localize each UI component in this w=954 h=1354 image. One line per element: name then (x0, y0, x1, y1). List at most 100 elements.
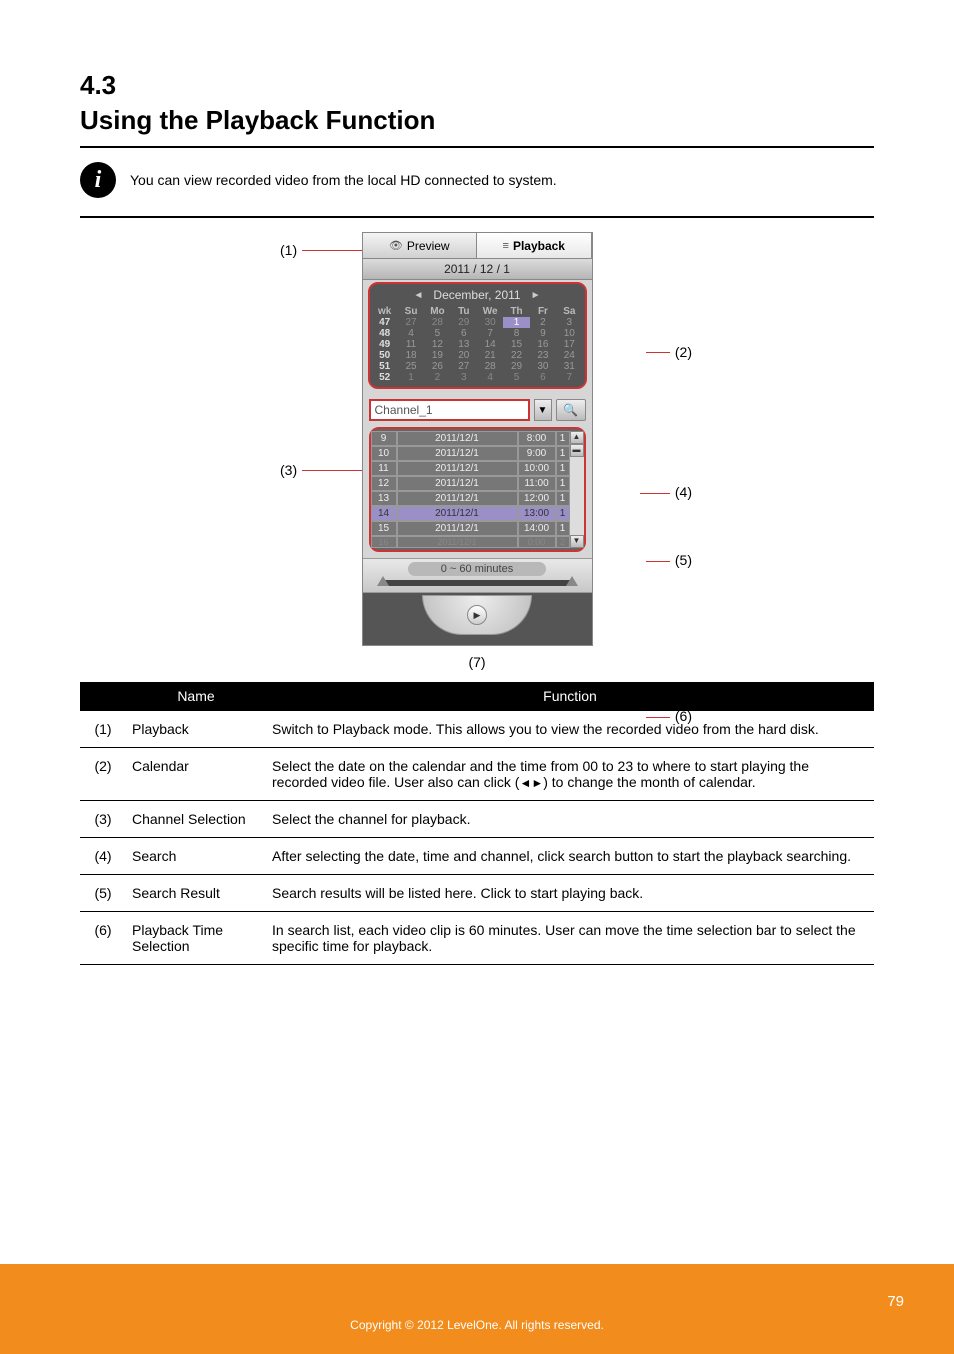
result-row[interactable]: 92011/12/18:001 (371, 431, 570, 446)
callout-7: (7) (80, 654, 874, 670)
scroll-thumb[interactable]: ▬ (570, 444, 584, 457)
calendar-day[interactable]: 7 (477, 328, 503, 339)
calendar-day[interactable]: 6 (451, 328, 477, 339)
calendar-day[interactable]: 1 (503, 317, 529, 328)
date-header: 2011 / 12 / 1 (363, 259, 592, 280)
calendar-day[interactable]: 8 (503, 328, 529, 339)
th-name: Name (126, 682, 266, 711)
calendar-day[interactable]: 2 (424, 372, 450, 383)
calendar-day[interactable]: 3 (451, 372, 477, 383)
calendar-day[interactable]: 14 (477, 339, 503, 350)
next-month-icon[interactable]: ► (531, 290, 541, 301)
calendar-day[interactable]: 30 (530, 361, 556, 372)
tab-preview[interactable]: 👁Preview (363, 233, 478, 258)
table-row: (5)Search ResultSearch results will be l… (80, 875, 874, 912)
search-button[interactable]: 🔍 (556, 399, 586, 421)
magnifier-icon: 🔍 (563, 403, 578, 417)
copyright: Copyright © 2012 LevelOne. All rights re… (350, 1318, 604, 1332)
time-slider-area: 0 ~ 60 minutes (363, 558, 592, 593)
result-row[interactable]: 142011/12/113:001 (371, 506, 570, 521)
calendar-day[interactable]: 27 (451, 361, 477, 372)
callout-2: (2) (675, 344, 692, 360)
calendar-day[interactable]: 31 (556, 361, 582, 372)
calendar-day[interactable]: 22 (503, 350, 529, 361)
calendar-day[interactable]: 1 (398, 372, 424, 383)
scroll-down-icon[interactable]: ▼ (570, 535, 584, 548)
nav-arrows-icon: ◄► (519, 776, 543, 790)
calendar-day[interactable]: 23 (530, 350, 556, 361)
calendar-day[interactable]: 12 (424, 339, 450, 350)
calendar-day[interactable]: 4 (477, 372, 503, 383)
calendar-day[interactable]: 11 (398, 339, 424, 350)
calendar-day[interactable]: 9 (530, 328, 556, 339)
calendar-day[interactable]: 27 (398, 317, 424, 328)
section-title: Using the Playback Function (80, 105, 874, 136)
calendar-grid[interactable]: wkSuMoTuWeThFrSa472728293012348456789104… (372, 306, 583, 383)
scroll-up-icon[interactable]: ▲ (570, 431, 584, 444)
play-button[interactable]: ▶ (467, 605, 487, 625)
calendar-day[interactable]: 21 (477, 350, 503, 361)
calendar-day[interactable]: 16 (530, 339, 556, 350)
calendar-day[interactable]: 24 (556, 350, 582, 361)
calendar-day[interactable]: 6 (530, 372, 556, 383)
scrollbar[interactable]: ▲ ▬ ▼ (570, 431, 584, 548)
calendar-day[interactable]: 3 (556, 317, 582, 328)
slider-label: 0 ~ 60 minutes (408, 562, 545, 576)
callout-4: (4) (675, 484, 692, 500)
result-row[interactable]: 112011/12/110:001 (371, 461, 570, 476)
prev-month-icon[interactable]: ◄ (414, 290, 424, 301)
results-list: 92011/12/18:001102011/12/19:001112011/12… (369, 427, 586, 552)
calendar-day[interactable]: 5 (503, 372, 529, 383)
channel-select[interactable]: Channel_1 (369, 399, 530, 421)
page-number: 79 (887, 1293, 904, 1310)
callout-1: (1) (280, 242, 297, 258)
calendar-day[interactable]: 7 (556, 372, 582, 383)
month-label: December, 2011 (433, 288, 520, 302)
table-row: (4)SearchAfter selecting the date, time … (80, 838, 874, 875)
calendar-day[interactable]: 28 (477, 361, 503, 372)
info-icon: i (80, 162, 116, 198)
dropdown-icon[interactable]: ▼ (534, 399, 552, 421)
result-row[interactable]: 122011/12/111:001 (371, 476, 570, 491)
table-row: (6)Playback Time SelectionIn search list… (80, 912, 874, 965)
calendar-day[interactable]: 13 (451, 339, 477, 350)
table-row: (2)CalendarSelect the date on the calend… (80, 748, 874, 801)
calendar-day[interactable]: 29 (503, 361, 529, 372)
result-row[interactable]: 102011/12/19:001 (371, 446, 570, 461)
calendar-day[interactable]: 25 (398, 361, 424, 372)
callout-3: (3) (280, 462, 297, 478)
result-row[interactable]: 162011/12/10:002 (371, 536, 570, 548)
info-note: i You can view recorded video from the l… (80, 162, 874, 198)
calendar-day[interactable]: 20 (451, 350, 477, 361)
playback-panel: 👁Preview ≡Playback 2011 / 12 / 1 ◄ Decem… (362, 232, 593, 646)
calendar-day[interactable]: 26 (424, 361, 450, 372)
result-row[interactable]: 132011/12/112:001 (371, 491, 570, 506)
calendar-day[interactable]: 10 (556, 328, 582, 339)
table-row: (1)PlaybackSwitch to Playback mode. This… (80, 711, 874, 748)
rule-top (80, 146, 874, 148)
play-icon: ▶ (474, 610, 481, 621)
time-slider[interactable] (383, 580, 572, 586)
calendar-day[interactable]: 4 (398, 328, 424, 339)
calendar-day[interactable]: 29 (451, 317, 477, 328)
calendar-day[interactable]: 17 (556, 339, 582, 350)
footer: 79 Copyright © 2012 LevelOne. All rights… (0, 1264, 954, 1354)
eye-icon: 👁 (389, 239, 403, 252)
calendar-day[interactable]: 30 (477, 317, 503, 328)
calendar-day[interactable]: 18 (398, 350, 424, 361)
calendar-day[interactable]: 19 (424, 350, 450, 361)
calendar-day[interactable]: 28 (424, 317, 450, 328)
section-number: 4.3 (80, 70, 874, 101)
result-row[interactable]: 152011/12/114:001 (371, 521, 570, 536)
calendar: ◄ December, 2011 ► wkSuMoTuWeThFrSa47272… (368, 282, 587, 389)
figure: (1) (3) (2) (4) (5) (6) 👁Preview ≡Playba… (80, 232, 874, 646)
play-dial[interactable]: ▶ (422, 595, 532, 635)
calendar-day[interactable]: 5 (424, 328, 450, 339)
th-function: Function (266, 682, 874, 711)
info-text: You can view recorded video from the loc… (130, 172, 557, 188)
rule-2 (80, 216, 874, 218)
calendar-day[interactable]: 2 (530, 317, 556, 328)
tab-playback[interactable]: ≡Playback (477, 233, 592, 258)
calendar-day[interactable]: 15 (503, 339, 529, 350)
callout-6: (6) (675, 708, 692, 724)
